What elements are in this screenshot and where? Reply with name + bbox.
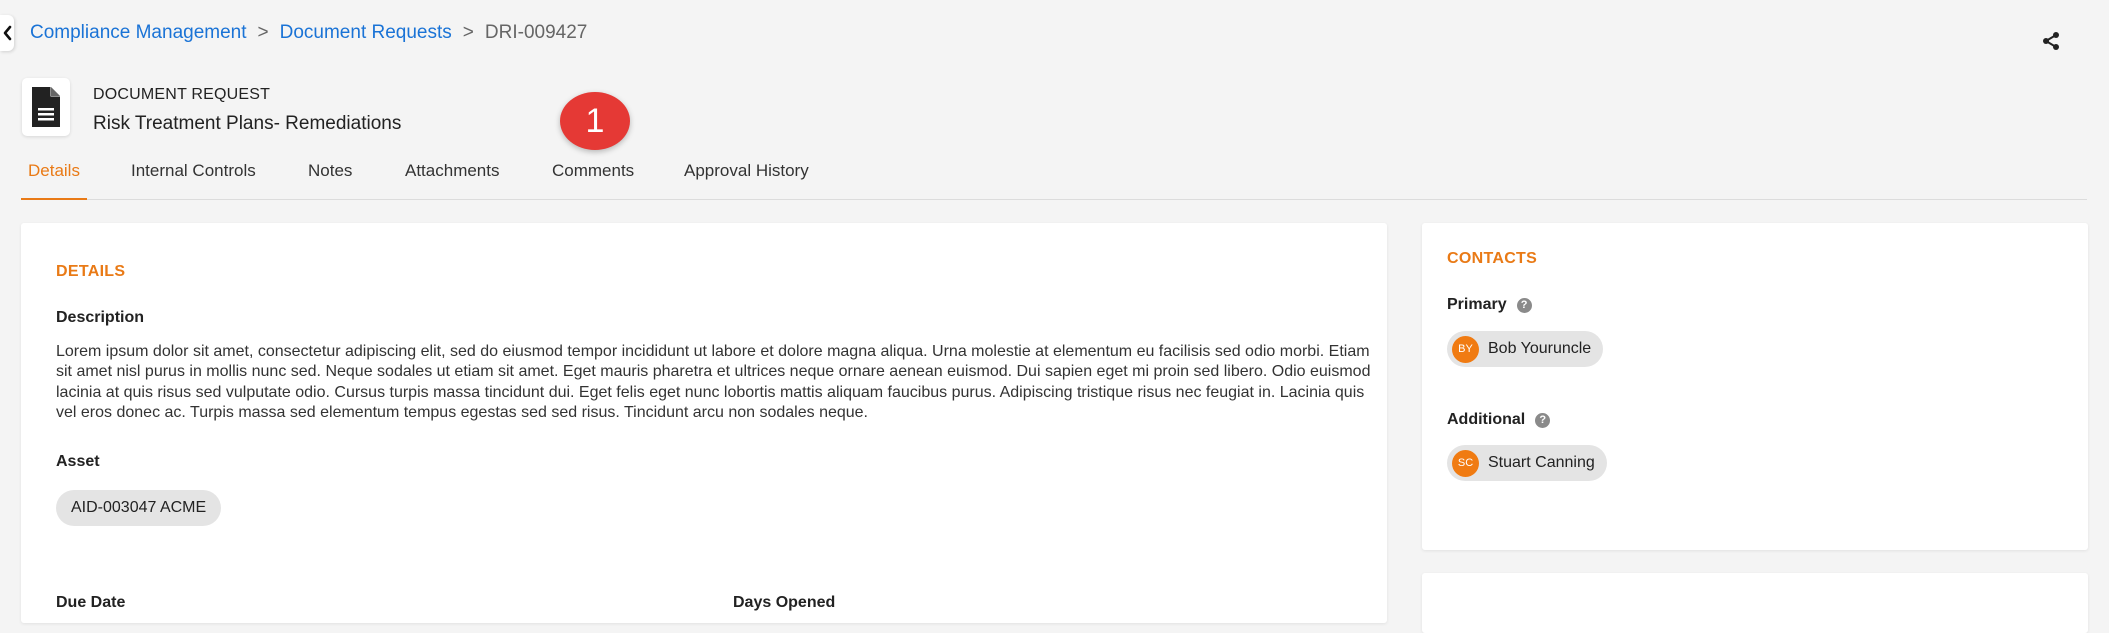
contacts-card: CONTACTS Primary? BY Bob Youruncle Addit… bbox=[1422, 223, 2088, 550]
avatar: BY bbox=[1452, 335, 1479, 363]
additional-contact-chip[interactable]: SC Stuart Canning bbox=[1447, 445, 1607, 481]
tab-attachments[interactable]: Attachments bbox=[398, 161, 507, 198]
tab-comments[interactable]: Comments bbox=[545, 161, 641, 198]
description-label: Description bbox=[56, 309, 145, 326]
avatar: SC bbox=[1452, 449, 1479, 477]
document-title: Risk Treatment Plans- Remediations bbox=[93, 113, 402, 134]
tab-approval-history[interactable]: Approval History bbox=[677, 161, 816, 198]
help-icon[interactable]: ? bbox=[1516, 297, 1532, 313]
tab-internal-controls[interactable]: Internal Controls bbox=[124, 161, 263, 198]
description-text: Lorem ipsum dolor sit amet, consectetur … bbox=[56, 343, 1371, 422]
primary-contact-label-text: Primary bbox=[1447, 296, 1507, 313]
notification-badge: 1 bbox=[560, 92, 630, 150]
asset-chip[interactable]: AID-003047 ACME bbox=[56, 490, 222, 526]
help-icon[interactable]: ? bbox=[1535, 412, 1551, 428]
document-type-label: DOCUMENT REQUEST bbox=[93, 86, 271, 103]
breadcrumb: Compliance Management > Document Request… bbox=[30, 22, 587, 44]
details-card: DETAILS Description Lorem ipsum dolor si… bbox=[21, 223, 1387, 623]
secondary-card bbox=[1422, 573, 2088, 633]
document-icon-container bbox=[22, 78, 70, 136]
tab-details[interactable]: Details bbox=[21, 161, 87, 200]
tab-bar: Details Internal Controls Notes Attachme… bbox=[21, 155, 2087, 200]
share-icon[interactable] bbox=[2040, 30, 2062, 52]
breadcrumb-separator: > bbox=[462, 22, 474, 43]
back-arrow-icon bbox=[3, 25, 12, 41]
primary-contact-name: Bob Youruncle bbox=[1488, 340, 1592, 357]
additional-contact-label-text: Additional bbox=[1447, 411, 1526, 428]
primary-contact-chip[interactable]: BY Bob Youruncle bbox=[1447, 331, 1604, 367]
document-icon bbox=[32, 87, 60, 127]
asset-label: Asset bbox=[56, 453, 100, 470]
additional-contact-name: Stuart Canning bbox=[1488, 454, 1595, 471]
details-section-title: DETAILS bbox=[56, 263, 126, 280]
breadcrumb-current: DRI-009427 bbox=[484, 22, 588, 43]
breadcrumb-compliance-management[interactable]: Compliance Management bbox=[30, 22, 247, 44]
primary-contact-label: Primary? bbox=[1447, 296, 1532, 314]
days-opened-label: Days Opened bbox=[733, 594, 836, 611]
breadcrumb-separator: > bbox=[257, 22, 269, 43]
due-date-label: Due Date bbox=[56, 594, 126, 611]
contacts-section-title: CONTACTS bbox=[1447, 250, 1538, 267]
back-button[interactable] bbox=[0, 15, 14, 51]
additional-contact-label: Additional? bbox=[1447, 411, 1551, 429]
breadcrumb-document-requests[interactable]: Document Requests bbox=[280, 22, 452, 44]
tab-notes[interactable]: Notes bbox=[301, 161, 359, 198]
